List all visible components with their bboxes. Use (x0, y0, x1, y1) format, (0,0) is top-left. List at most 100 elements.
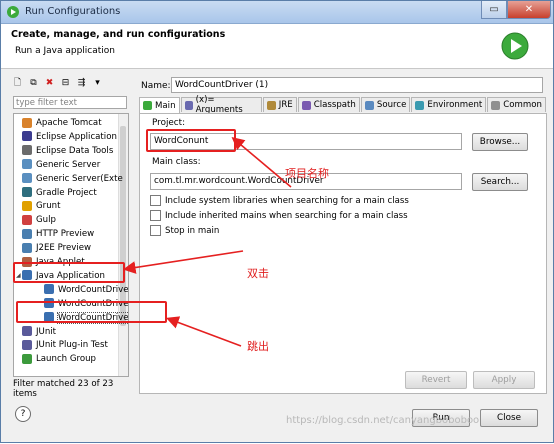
new-config-icon[interactable]: 🗋 (11, 77, 24, 90)
tree-item[interactable]: Gradle Project (22, 186, 97, 200)
browse-button[interactable]: Browse... (472, 133, 528, 151)
header-title: Create, manage, and run configurations (11, 29, 226, 40)
tomcat-icon (22, 117, 32, 128)
config-editor: Name: WordCountDriver (1) Main (x)= Argum… (139, 76, 547, 394)
tab-common[interactable]: Common (487, 97, 546, 112)
tree-item-label: Eclipse Data Tools (36, 145, 114, 156)
help-icon[interactable]: ? (15, 406, 31, 422)
tree-item[interactable]: Launch Group (22, 352, 96, 366)
grunt-icon (22, 200, 32, 211)
dialog-header: Create, manage, and run configurations R… (1, 24, 553, 69)
checkbox-box[interactable] (150, 225, 161, 236)
source-tab-icon (364, 100, 374, 110)
checkbox-label: Stop in main (165, 225, 220, 236)
tree-item[interactable]: Generic Server(Exte (22, 172, 123, 186)
search-button[interactable]: Search... (472, 173, 528, 191)
name-field[interactable]: WordCountDriver (1) (171, 77, 543, 93)
tree-item[interactable]: J2EE Preview (22, 241, 91, 255)
tab-source[interactable]: Source (360, 97, 411, 112)
junit-icon (22, 326, 32, 336)
tab-main[interactable]: Main (139, 97, 180, 113)
tab-classpath[interactable]: Classpath (297, 97, 360, 112)
tab-label: Main (155, 100, 176, 111)
tree-item[interactable]: HTTP Preview (22, 227, 94, 241)
tab-label: Source (376, 100, 407, 110)
checkbox-label: Include inherited mains when searching f… (165, 210, 408, 221)
window-title: Run Configurations (25, 6, 121, 17)
tree-scrollbar[interactable] (118, 114, 128, 376)
launch-group-icon (22, 353, 32, 364)
tree-item-label: JUnit (36, 326, 57, 337)
filter-icon[interactable]: ⇶ (75, 77, 88, 90)
name-label: Name: (141, 81, 171, 91)
tab-jre[interactable]: JRE (262, 97, 297, 112)
java-app-highlight-box (13, 262, 125, 283)
data-tools-icon (22, 145, 32, 156)
delete-config-icon[interactable]: ✖ (43, 77, 56, 90)
annotation-pop-out: 跳出 (247, 340, 269, 353)
config-highlight-box (16, 301, 167, 323)
tree-item[interactable]: Eclipse Data Tools (22, 144, 113, 158)
tree-item[interactable]: Generic Server (22, 158, 100, 172)
duplicate-config-icon[interactable]: ⧉ (27, 77, 40, 90)
revert-button[interactable]: Revert (405, 371, 467, 389)
maximize-button[interactable]: ▭ (481, 1, 507, 19)
tree-item[interactable]: WordCountDrive (44, 283, 129, 297)
preview-icon (22, 228, 32, 239)
jre-tab-icon (266, 100, 276, 110)
tree-item-label: Grunt (36, 201, 61, 212)
tree-item[interactable]: JUnit (22, 325, 56, 339)
filter-message: Filter matched 23 of 23 items (13, 379, 114, 399)
common-tab-icon (491, 100, 501, 110)
tree-item-label: Generic Server(Exte (36, 173, 123, 184)
tab-arguments[interactable]: (x)= Arguments (180, 95, 262, 115)
close-window-button[interactable]: ✕ (507, 1, 551, 19)
config-tree[interactable]: Apache Tomcat Eclipse Application Eclipse … (13, 113, 129, 377)
filter-input[interactable]: type filter text (13, 96, 127, 109)
run-configurations-window: Run Configurations ▭ ✕ Create, manage, a… (0, 0, 554, 443)
annotation-double-click: 双击 (247, 267, 269, 280)
java-config-icon (44, 284, 54, 295)
title-bar[interactable]: Run Configurations ▭ ✕ (1, 1, 553, 24)
checkbox-box[interactable] (150, 210, 161, 221)
view-menu-icon[interactable]: ▾ (91, 77, 104, 90)
config-list-panel: 🗋 ⧉ ✖ ⊟ ⇶ ▾ type filter text Apache Tomc… (9, 74, 133, 399)
tree-item[interactable]: JUnit Plug-in Test (22, 338, 108, 352)
main-class-label: Main class: (152, 157, 201, 167)
eclipse-icon (22, 131, 32, 142)
tree-item[interactable]: Gulp (22, 213, 56, 227)
tree-item-label: Gulp (36, 215, 56, 226)
watermark: https://blog.csdn.net/canyangboboboo (286, 415, 480, 426)
tab-label: Common (503, 100, 542, 110)
tree-item-label: J2EE Preview (36, 243, 92, 254)
tree-item-label: Gradle Project (36, 187, 97, 198)
tab-label: Environment (427, 100, 483, 110)
tree-item-label: Launch Group (36, 354, 97, 365)
tree-item[interactable]: Eclipse Application (22, 130, 117, 144)
collapse-all-icon[interactable]: ⊟ (59, 77, 72, 90)
tree-item[interactable]: Grunt (22, 199, 60, 213)
tree-item[interactable]: Apache Tomcat (22, 116, 102, 130)
run-app-icon (7, 6, 19, 18)
run-large-icon (501, 32, 529, 60)
tree-item-label: HTTP Preview (36, 229, 95, 240)
tree-item-label: Generic Server (36, 159, 101, 170)
stop-in-main-checkbox[interactable]: Stop in main (150, 225, 219, 236)
tab-label: JRE (278, 100, 293, 110)
junit-plugin-icon (22, 339, 32, 350)
config-tabs: Main (x)= Arguments JRE Classpath Source Envi… (139, 95, 547, 115)
preview-icon (22, 242, 32, 253)
project-highlight-box (146, 129, 236, 152)
annotation-project-name: 项目名称 (285, 167, 329, 180)
close-button[interactable]: Close (480, 409, 538, 427)
include-system-libs-checkbox[interactable]: Include system libraries when searching … (150, 195, 409, 206)
tab-environment[interactable]: Environment (411, 97, 487, 112)
include-inherited-mains-checkbox[interactable]: Include inherited mains when searching f… (150, 210, 408, 221)
server-icon (22, 159, 32, 170)
arguments-tab-icon (184, 100, 193, 110)
main-tab-panel: Project: WordConunt Browse... Main class… (139, 113, 547, 394)
checkbox-box[interactable] (150, 195, 161, 206)
main-tab-icon (143, 101, 152, 110)
apply-button[interactable]: Apply (473, 371, 535, 389)
tree-item-label: WordCountDrive (58, 284, 129, 295)
